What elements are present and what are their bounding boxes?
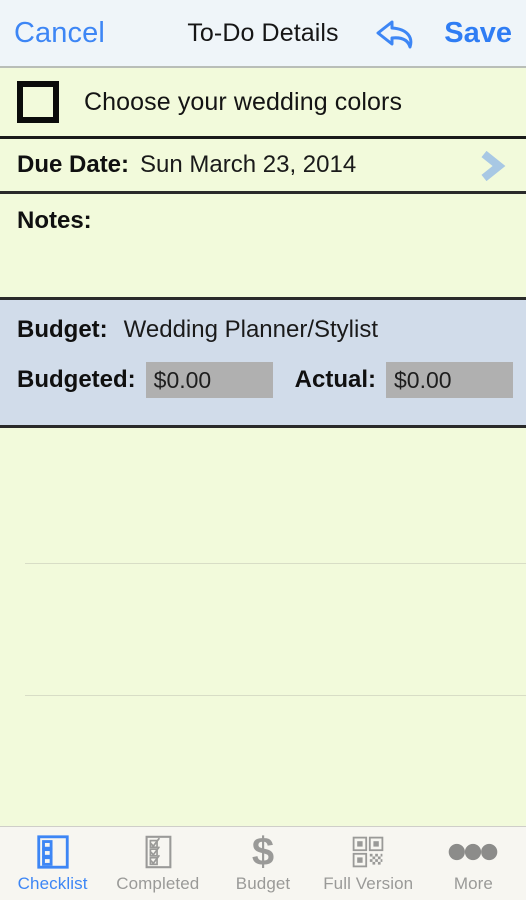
more-dots-icon: [443, 831, 503, 873]
budget-category-row[interactable]: Budget: Wedding Planner/Stylist: [17, 316, 526, 362]
budgeted-label: Budgeted:: [17, 366, 136, 393]
tab-completed[interactable]: Completed: [105, 831, 210, 894]
qr-code-icon: [350, 831, 386, 873]
dollar-sign-icon: $: [243, 831, 283, 873]
due-date-row[interactable]: Due Date: Sun March 23, 2014: [0, 139, 526, 194]
checklist-icon: [34, 831, 72, 873]
task-title-row[interactable]: Choose your wedding colors: [0, 68, 526, 139]
due-date-label: Due Date:: [17, 151, 130, 178]
notes-section[interactable]: Notes:: [0, 194, 526, 300]
tab-completed-label: Completed: [116, 874, 200, 893]
list-separator: [25, 563, 526, 564]
task-title-label: Choose your wedding colors: [84, 87, 403, 116]
list-separator: [25, 695, 526, 696]
completed-list-icon: [139, 831, 177, 873]
tab-more[interactable]: More: [421, 831, 526, 894]
tab-more-label: More: [453, 874, 493, 893]
budgeted-input[interactable]: $0.00: [145, 362, 273, 398]
notes-input[interactable]: [17, 241, 526, 261]
budget-amounts-row: Budgeted: $0.00 Actual: $0.00: [17, 362, 526, 398]
todo-details-screen: Cancel To-Do Details Save Choose your we…: [0, 0, 526, 900]
tab-full-version[interactable]: Full Version: [316, 831, 421, 894]
actual-input[interactable]: $0.00: [386, 362, 513, 398]
due-date-value: Sun March 23, 2014: [140, 151, 357, 178]
tab-full-version-label: Full Version: [323, 874, 414, 893]
undo-arrow-icon[interactable]: [372, 16, 424, 54]
tab-checklist[interactable]: Checklist: [0, 831, 105, 894]
chevron-right-icon[interactable]: [472, 146, 512, 186]
empty-list-area: [0, 428, 526, 826]
navigation-bar: Cancel To-Do Details Save: [0, 0, 526, 68]
budget-panel: Budget: Wedding Planner/Stylist Budgeted…: [0, 300, 526, 428]
budget-category-value: Wedding Planner/Stylist: [123, 316, 379, 343]
tab-budget-label: Budget: [235, 874, 291, 893]
save-button[interactable]: Save: [444, 17, 512, 50]
notes-label: Notes:: [17, 207, 92, 234]
svg-text:$: $: [252, 832, 274, 872]
tab-checklist-label: Checklist: [17, 874, 88, 893]
tab-budget[interactable]: $ Budget: [210, 831, 315, 894]
tab-bar: Checklist Completed $ Budget Full Versio…: [0, 826, 526, 900]
actual-label: Actual:: [294, 366, 376, 393]
checkbox-unchecked-icon[interactable]: [17, 81, 59, 123]
budget-label: Budget:: [17, 316, 108, 343]
